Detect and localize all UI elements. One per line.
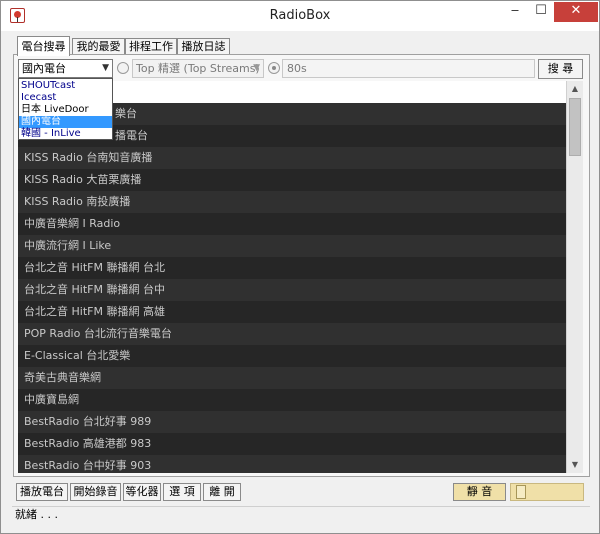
station-list-scrollbar[interactable]: ▲ ▼ bbox=[566, 81, 583, 473]
chevron-down-icon: ▼ bbox=[102, 63, 109, 73]
keyword-radio[interactable] bbox=[268, 62, 280, 74]
close-button[interactable]: ✕ bbox=[554, 2, 598, 22]
radiobox-window: RadioBox ‒ ☐ ✕ 電台搜尋 我的最愛 排程工作 播放日誌 國內電台 … bbox=[0, 0, 600, 534]
source-select-value: 國內電台 bbox=[22, 62, 66, 75]
station-row[interactable]: KISS Radio 南投廣播 bbox=[18, 191, 566, 213]
source-option-domestic[interactable]: 國內電台 bbox=[19, 116, 112, 128]
station-row[interactable]: POP Radio 台北流行音樂電台 bbox=[18, 323, 566, 345]
station-row[interactable]: 中廣音樂網 I Radio bbox=[18, 213, 566, 235]
category-select[interactable]: Top 精選 (Top Streams) ▼ bbox=[132, 59, 264, 78]
station-row[interactable]: 奇美古典音樂網 bbox=[18, 367, 566, 389]
station-row[interactable]: BestRadio 台中好事 903 bbox=[18, 455, 566, 473]
play-station-button[interactable]: 播放電台 bbox=[16, 483, 68, 501]
station-row[interactable]: 台北之音 HitFM 聯播網 台北 bbox=[18, 257, 566, 279]
volume-slider[interactable] bbox=[510, 483, 584, 501]
mute-button[interactable]: 靜 音 bbox=[453, 483, 506, 501]
source-option-livedoor[interactable]: 日本 LiveDoor bbox=[19, 104, 112, 116]
exit-button[interactable]: 離 開 bbox=[203, 483, 241, 501]
station-row[interactable]: BestRadio 高雄港都 983 bbox=[18, 433, 566, 455]
station-row[interactable]: KISS Radio 大苗栗廣播 bbox=[18, 169, 566, 191]
scroll-down-icon[interactable]: ▼ bbox=[567, 457, 583, 473]
station-row[interactable]: 中廣流行網 I Like bbox=[18, 235, 566, 257]
chevron-down-icon: ▼ bbox=[253, 63, 260, 73]
category-radio[interactable] bbox=[117, 62, 129, 74]
options-button[interactable]: 選 項 bbox=[163, 483, 201, 501]
station-row[interactable]: 中廣寶島網 bbox=[18, 389, 566, 411]
start-record-button[interactable]: 開始錄音 bbox=[70, 483, 121, 501]
station-row[interactable]: KISS Radio 台南知音廣播 bbox=[18, 147, 566, 169]
source-dropdown-list: SHOUTcast Icecast 日本 LiveDoor 國內電台 韓國 - … bbox=[18, 78, 113, 140]
source-option-icecast[interactable]: Icecast bbox=[19, 92, 112, 104]
category-select-value: Top 精選 (Top Streams) bbox=[136, 62, 260, 75]
keyword-input[interactable]: 80s bbox=[282, 59, 535, 78]
station-row[interactable]: 台北之音 HitFM 聯播網 高雄 bbox=[18, 301, 566, 323]
source-select[interactable]: 國內電台 ▼ bbox=[18, 59, 113, 78]
source-option-shoutcast[interactable]: SHOUTcast bbox=[19, 80, 112, 92]
minimize-button[interactable]: ‒ bbox=[502, 2, 528, 22]
tab-station-search[interactable]: 電台搜尋 bbox=[17, 36, 70, 56]
equalizer-button[interactable]: 等化器 bbox=[123, 483, 161, 501]
search-button[interactable]: 搜 尋 bbox=[538, 59, 583, 79]
scroll-up-icon[interactable]: ▲ bbox=[567, 81, 583, 97]
status-bar: 就緒 . . . bbox=[12, 506, 590, 524]
maximize-button[interactable]: ☐ bbox=[528, 2, 554, 22]
source-option-korea-inlive[interactable]: 韓國 - InLive bbox=[19, 128, 112, 140]
station-row[interactable]: E-Classical 台北愛樂 bbox=[18, 345, 566, 367]
title-bar: RadioBox ‒ ☐ ✕ bbox=[1, 1, 599, 31]
station-row[interactable]: 台北之音 HitFM 聯播網 台中 bbox=[18, 279, 566, 301]
scroll-thumb[interactable] bbox=[569, 98, 581, 156]
status-text: 就緒 . . . bbox=[15, 508, 58, 521]
volume-slider-thumb[interactable] bbox=[516, 485, 526, 499]
station-row[interactable]: BestRadio 台北好事 989 bbox=[18, 411, 566, 433]
